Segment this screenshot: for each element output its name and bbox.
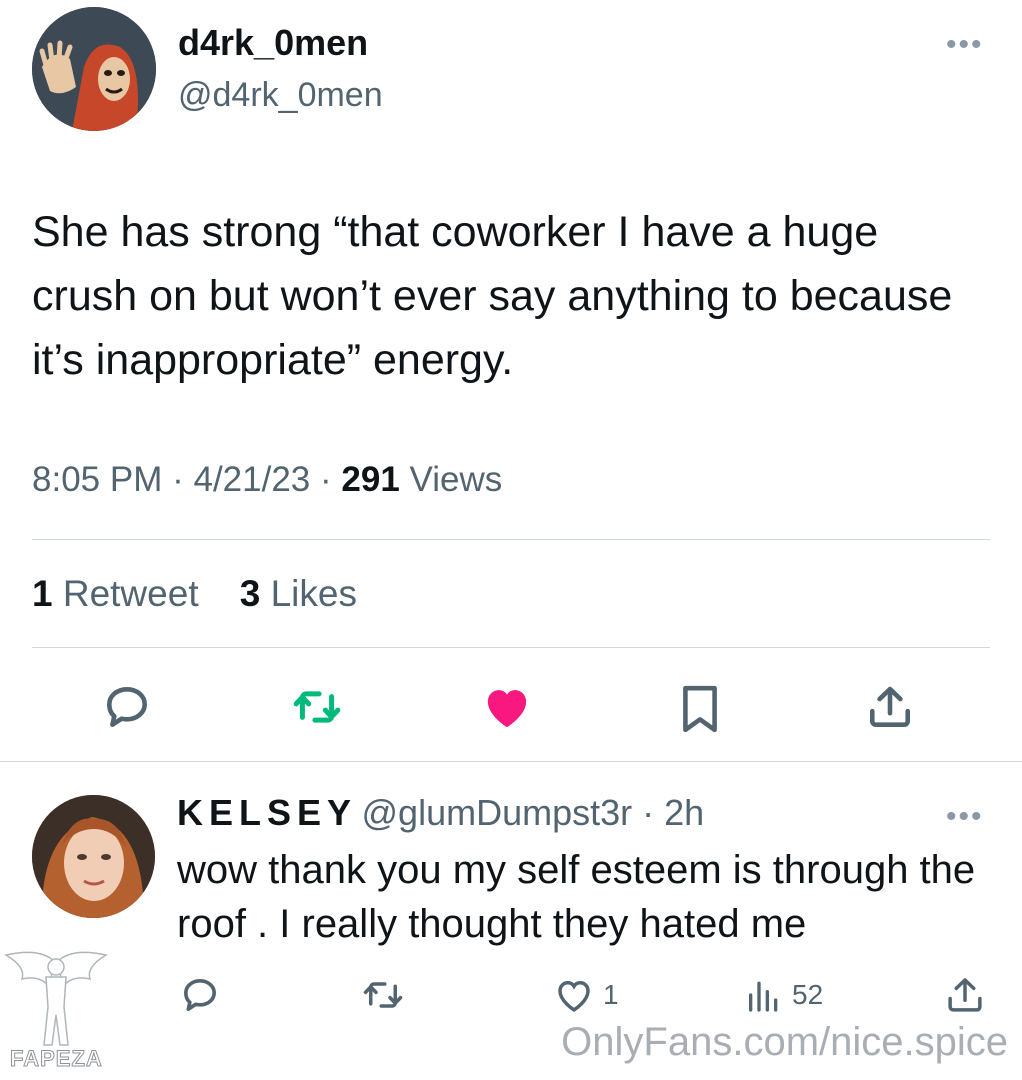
divider (32, 647, 990, 648)
reply-views-count: 52 (792, 979, 824, 1010)
author-handle[interactable]: @d4rk_0men (178, 76, 383, 115)
like-button[interactable] (477, 677, 537, 737)
watermark-onlyfans: OnlyFans.com/nice.spice (561, 1020, 1008, 1064)
reply-icon (184, 979, 217, 1011)
share-icon (948, 978, 982, 1012)
reply-handle[interactable]: @glumDumpst3r (362, 792, 633, 833)
reply-avatar[interactable] (32, 795, 155, 918)
reply-separator (0, 761, 1022, 762)
author-display-name[interactable]: d4rk_0men (178, 22, 368, 64)
reply-like-button[interactable]: 1 (553, 970, 619, 1020)
share-button[interactable] (860, 677, 920, 737)
tweet-time[interactable]: 8:05 PM (32, 460, 162, 499)
tweet-date[interactable]: 4/21/23 (193, 460, 310, 499)
more-options-button[interactable]: ••• (946, 30, 984, 60)
reply-views-button[interactable]: 52 (744, 970, 823, 1020)
meta-separator: · (320, 460, 342, 499)
views-label: Views (409, 460, 503, 499)
retweet-icon (293, 691, 341, 723)
retweets-label: Retweet (62, 573, 199, 614)
analytics-icon (749, 981, 778, 1012)
retweets-stat[interactable]: 1 Retweet (32, 573, 199, 614)
avatar-image (32, 7, 156, 131)
tweet-meta: 8:05 PM · 4/21/23 · 291 Views (32, 460, 502, 500)
meta-separator: · (172, 460, 194, 499)
watermark-fapeza: FAPEZA (10, 1046, 103, 1072)
reply-likes-count: 1 (603, 979, 619, 1010)
reply-share-button[interactable] (944, 970, 986, 1020)
divider (32, 539, 990, 540)
meta-separator: · (632, 792, 665, 833)
reply-icon (107, 687, 147, 727)
likes-label: Likes (270, 573, 357, 614)
retweet-button[interactable] (287, 677, 347, 737)
reply-text: wow thank you my self esteem is through … (177, 848, 976, 946)
retweets-count: 1 (32, 573, 53, 614)
views-count: 291 (341, 460, 400, 499)
reply-more-options-button[interactable]: ••• (946, 802, 984, 832)
bookmark-button[interactable] (670, 679, 730, 739)
retweet-icon (363, 982, 403, 1008)
reply-time[interactable]: 2h (664, 792, 704, 833)
reply-button[interactable] (97, 677, 157, 737)
heart-outline-icon (558, 980, 590, 1012)
reply-header: KELSEY @glumDumpst3r · 2h (177, 792, 704, 834)
likes-stat[interactable]: 3 Likes (240, 573, 357, 614)
bookmark-icon (683, 685, 717, 733)
reply-retweet-button[interactable] (362, 970, 404, 1020)
tweet-text: She has strong “that coworker I have a h… (32, 208, 953, 384)
heart-icon (487, 690, 527, 728)
author-avatar[interactable] (32, 7, 156, 131)
reply-reply-button[interactable] (180, 970, 220, 1020)
reply-display-name[interactable]: KELSEY (177, 792, 357, 833)
likes-count: 3 (239, 573, 261, 614)
share-icon (870, 686, 910, 727)
engagement-stats: 1 Retweet 3 Likes (32, 573, 357, 615)
reply-avatar-image (32, 795, 155, 918)
